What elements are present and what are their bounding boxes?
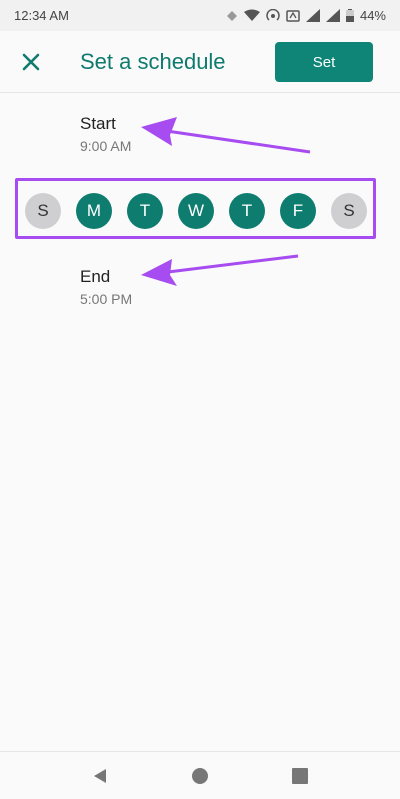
day-letter: T [241, 201, 253, 220]
annotation-arrows [141, 117, 311, 286]
day-letter: M [86, 201, 102, 220]
hotspot-icon [266, 8, 280, 21]
end-time-selector[interactable]: End 5:00 PM [80, 267, 132, 307]
day-letter: S [37, 201, 49, 220]
day-sunday-toggle[interactable]: S [25, 193, 61, 229]
day-monday-toggle[interactable]: M [76, 193, 112, 229]
navigation-bar [0, 751, 400, 799]
day-letter: F [292, 201, 304, 220]
day-letter: T [139, 201, 151, 220]
start-arrow-icon [141, 117, 311, 154]
signal-2-icon [325, 9, 340, 22]
home-button[interactable] [190, 766, 210, 786]
day-thursday-toggle[interactable]: T [229, 193, 265, 229]
start-time-selector[interactable]: Start 9:00 AM [80, 114, 131, 154]
recents-button[interactable] [290, 766, 310, 786]
signal-icon [305, 9, 320, 22]
end-arrow-icon [141, 254, 299, 286]
days-highlight-frame: S M T W T F S [15, 178, 376, 239]
start-label: Start [80, 114, 116, 133]
back-button[interactable] [90, 766, 110, 786]
status-time: 12:34 AM [14, 8, 69, 23]
home-icon [192, 768, 208, 784]
start-time-value: 9:00 AM [80, 138, 132, 154]
nfc-icon [286, 9, 300, 22]
notification-icon [226, 10, 237, 21]
battery-percent: 44% [359, 8, 386, 23]
day-friday-toggle[interactable]: F [280, 193, 316, 229]
battery-icon [345, 9, 354, 22]
status-bar: 12:34 AM 44% [0, 0, 400, 31]
app-bar: Set a schedule Set [0, 31, 400, 93]
close-button[interactable] [18, 49, 44, 75]
set-button[interactable]: Set [275, 42, 373, 82]
end-label: End [80, 267, 111, 286]
day-tuesday-toggle[interactable]: T [127, 193, 163, 229]
status-icons: 44% [226, 8, 386, 23]
recents-icon [292, 768, 308, 784]
page-title: Set a schedule [80, 49, 226, 74]
day-wednesday-toggle[interactable]: W [178, 193, 214, 229]
back-icon [94, 769, 106, 783]
close-icon [22, 53, 40, 71]
day-letter: S [343, 201, 355, 220]
day-saturday-toggle[interactable]: S [331, 193, 367, 229]
end-time-value: 5:00 PM [80, 291, 133, 307]
wifi-icon [243, 9, 260, 21]
day-letter: W [187, 201, 205, 220]
